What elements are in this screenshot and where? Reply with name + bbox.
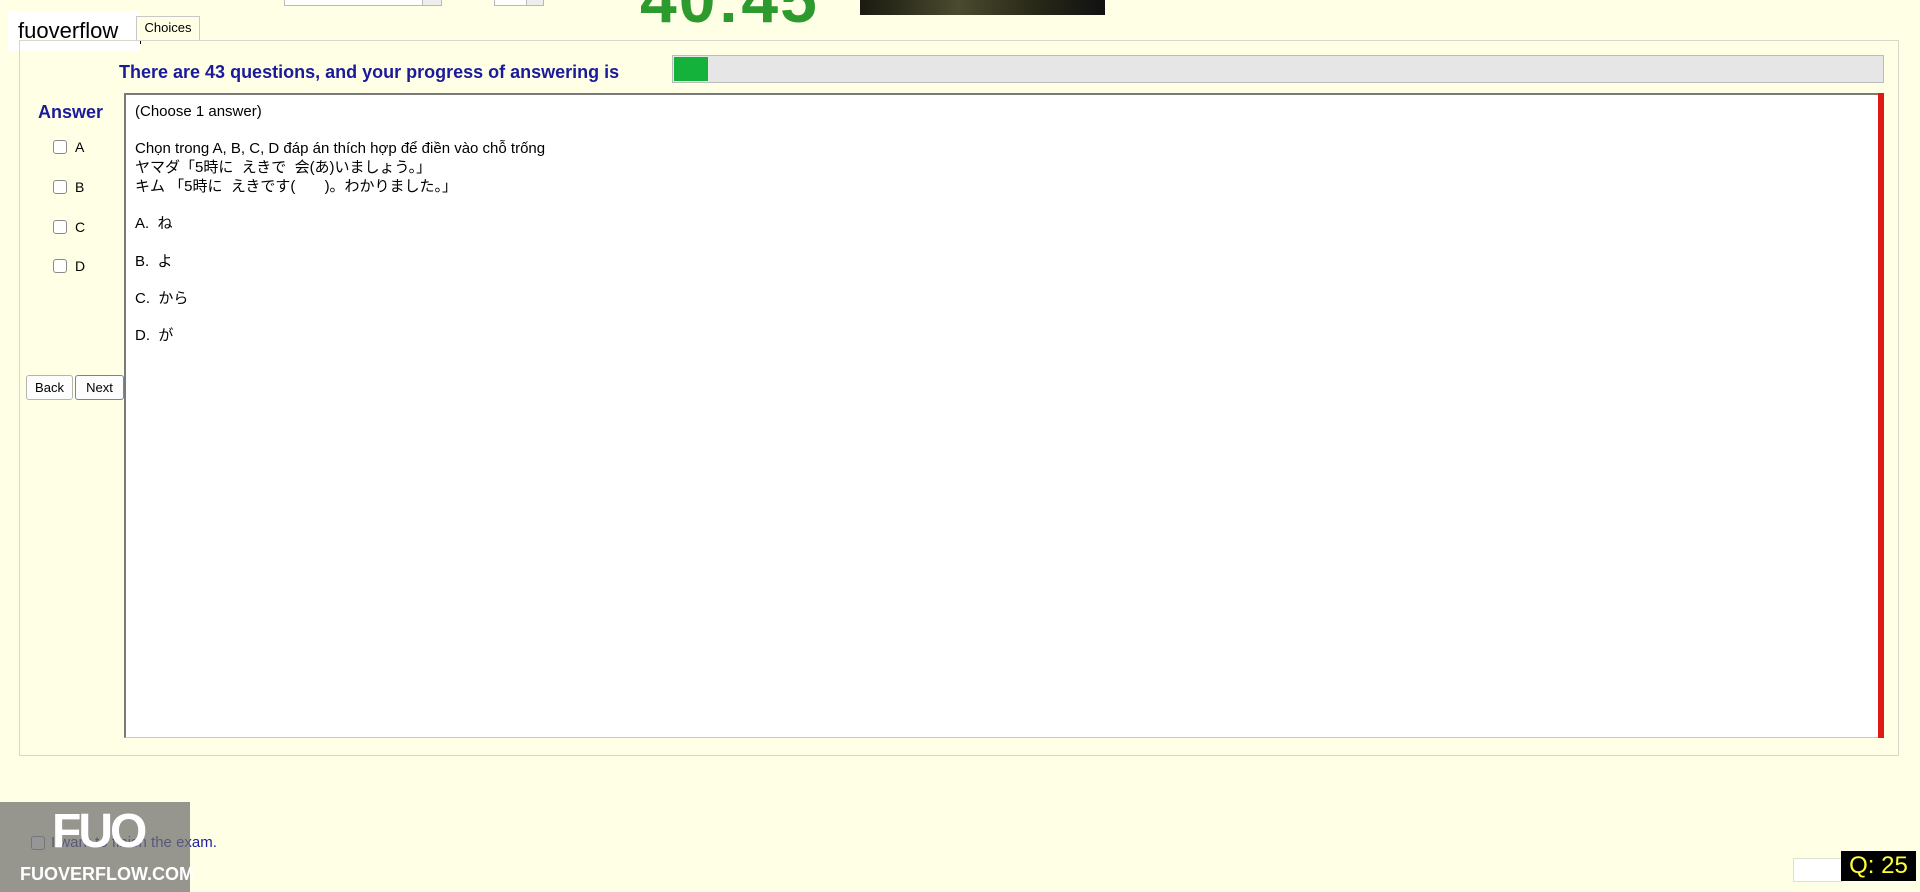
logo-text: FUOVERFLOW.COM (20, 864, 194, 884)
progress-bar (672, 55, 1884, 83)
answer-option-label: D (75, 258, 86, 274)
chevron-down-icon[interactable] (422, 0, 441, 5)
question-choice: A. ね (135, 215, 173, 232)
answer-option-b[interactable]: B (53, 178, 84, 196)
exam-timer: 40:45 (640, 0, 819, 32)
top-select[interactable] (284, 0, 442, 6)
bottom-input[interactable] (1793, 858, 1843, 882)
question-prompt-line: キム 「5時に えきです( )。わかりました。」 (135, 178, 458, 195)
webcam-preview (860, 0, 1105, 15)
question-choice: C. から (135, 290, 189, 307)
next-button[interactable]: Next (75, 375, 124, 400)
checkbox-icon[interactable] (53, 220, 67, 234)
answer-option-label: C (75, 219, 86, 235)
progress-label: There are 43 questions, and your progres… (119, 62, 620, 82)
logo-mark: FUO (52, 805, 147, 858)
question-prompt-line: ヤマダ「5時に えきで 会(あ)いましょう。」 (135, 159, 432, 176)
progress-bar-fill (674, 57, 708, 81)
tab-choices[interactable]: Choices (136, 16, 200, 41)
question-scrollbar[interactable] (1878, 93, 1884, 738)
question-choice: B. よ (135, 253, 173, 270)
spinner-arrow-icon[interactable] (526, 0, 543, 5)
checkbox-icon[interactable] (53, 180, 67, 194)
answer-option-label: B (75, 179, 85, 195)
answer-option-a[interactable]: A (53, 138, 84, 156)
question-prompt-line: Chọn trong A, B, C, D đáp án thích hợp đ… (135, 140, 546, 157)
question-instruction: (Choose 1 answer) (135, 103, 262, 120)
checkbox-icon[interactable] (53, 259, 67, 273)
answer-option-c[interactable]: C (53, 218, 85, 236)
top-spinner[interactable] (494, 0, 544, 6)
answer-option-d[interactable]: D (53, 257, 85, 275)
question-choice: D. が (135, 327, 174, 344)
question-counter: Q: 25 (1841, 851, 1916, 881)
answer-heading: Answer (38, 102, 104, 122)
answer-option-label: A (75, 139, 85, 155)
back-button[interactable]: Back (26, 375, 73, 400)
checkbox-icon[interactable] (53, 140, 67, 154)
